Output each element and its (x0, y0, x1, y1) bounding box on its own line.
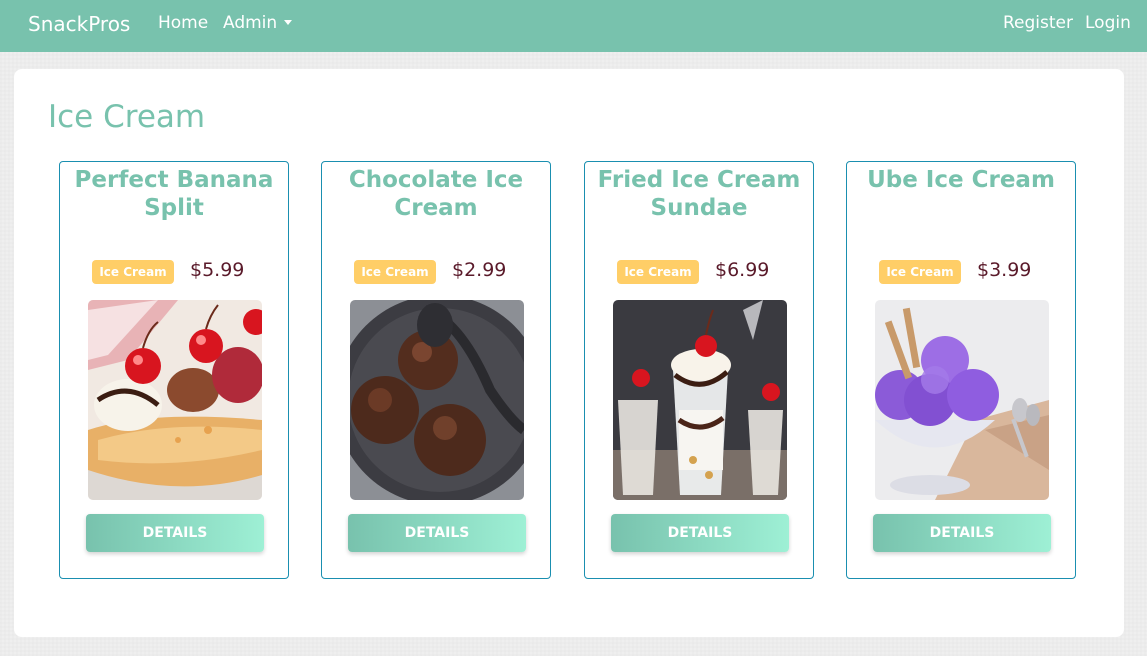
category-badge: Ice Cream (354, 260, 436, 284)
nav-admin-dropdown[interactable]: Admin (223, 13, 293, 33)
product-title[interactable]: Ube Ice Cream (851, 166, 1071, 194)
category-badge: Ice Cream (879, 260, 961, 284)
product-title[interactable]: Perfect Banana Split (64, 166, 284, 222)
top-navbar: SnackPros Home Admin Register Login (0, 0, 1147, 52)
chevron-down-icon (284, 20, 293, 25)
product-price: $3.99 (977, 259, 1032, 281)
brand-logo[interactable]: SnackPros (28, 12, 130, 36)
product-card: Perfect Banana Split Ice Cream $5.99 DET… (59, 161, 289, 579)
product-image-ube-ice-cream[interactable] (875, 300, 1049, 500)
details-button[interactable]: DETAILS (611, 514, 789, 552)
product-image-banana-split[interactable] (88, 300, 262, 500)
product-image-fried-sundae[interactable] (613, 300, 787, 500)
category-badge: Ice Cream (617, 260, 699, 284)
product-card: Ube Ice Cream Ice Cream $3.99 DETAILS (846, 161, 1076, 579)
product-card: Fried Ice Cream Sundae Ice Cream $6.99 D… (584, 161, 814, 579)
nav-register-link[interactable]: Register (1003, 13, 1073, 33)
nav-admin-label: Admin (223, 13, 278, 33)
product-price: $5.99 (190, 259, 245, 281)
product-price: $6.99 (715, 259, 770, 281)
nav-login-link[interactable]: Login (1085, 13, 1131, 33)
product-title[interactable]: Fried Ice Cream Sundae (589, 166, 809, 222)
page-title: Ice Cream (48, 99, 206, 135)
category-badge: Ice Cream (92, 260, 174, 284)
nav-home-link[interactable]: Home (158, 13, 208, 33)
details-button[interactable]: DETAILS (873, 514, 1051, 552)
product-card: Chocolate Ice Cream Ice Cream $2.99 DETA… (321, 161, 551, 579)
product-price: $2.99 (452, 259, 507, 281)
main-panel: Ice Cream Perfect Banana Split Ice Cream… (14, 69, 1124, 637)
details-button[interactable]: DETAILS (86, 514, 264, 552)
product-image-chocolate-ice-cream[interactable] (350, 300, 524, 500)
details-button[interactable]: DETAILS (348, 514, 526, 552)
product-title[interactable]: Chocolate Ice Cream (326, 166, 546, 222)
